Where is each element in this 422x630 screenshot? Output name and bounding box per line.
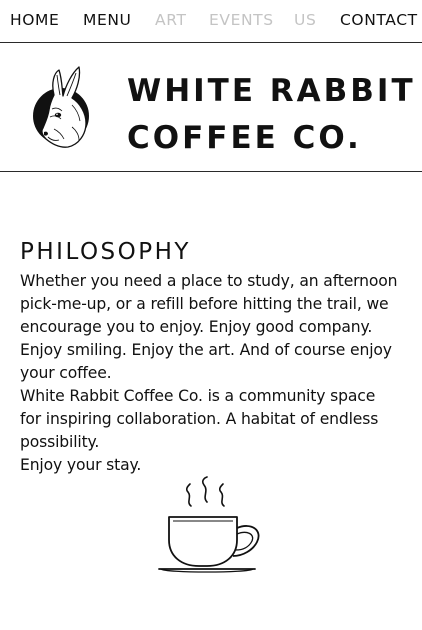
brand-name: WHITE RABBIT COFFEE CO. — [127, 68, 416, 162]
nav-contact-link[interactable]: CONTACT — [340, 11, 418, 29]
nav-art-link[interactable]: ART — [155, 11, 187, 29]
brand-line-2: COFFEE CO. — [127, 120, 362, 156]
nav-us-link[interactable]: US — [294, 11, 316, 29]
philosophy-section: PHILOSOPHY Whether you need a place to s… — [20, 236, 400, 477]
philosophy-heading: PHILOSOPHY — [20, 239, 191, 265]
rabbit-logo-icon[interactable] — [32, 65, 98, 151]
coffee-cup-icon — [158, 476, 260, 573]
philosophy-paragraph-3: White Rabbit Coffee Co. is a community s… — [20, 387, 379, 451]
nav-events-link[interactable]: EVENTS — [209, 11, 274, 29]
nav-home-link[interactable]: HOME — [10, 11, 59, 29]
top-navigation: HOME MENU ART EVENTS US CONTACT — [0, 0, 422, 43]
brand-line-1: WHITE RABBIT — [127, 73, 416, 109]
site-header: WHITE RABBIT COFFEE CO. — [0, 43, 422, 172]
philosophy-paragraph-4: Enjoy your stay. — [20, 456, 142, 474]
philosophy-paragraph-2: Enjoy smiling. Enjoy the art. And of cou… — [20, 341, 392, 382]
philosophy-paragraph-1: Whether you need a place to study, an af… — [20, 272, 398, 336]
nav-menu-link[interactable]: MENU — [83, 11, 132, 29]
